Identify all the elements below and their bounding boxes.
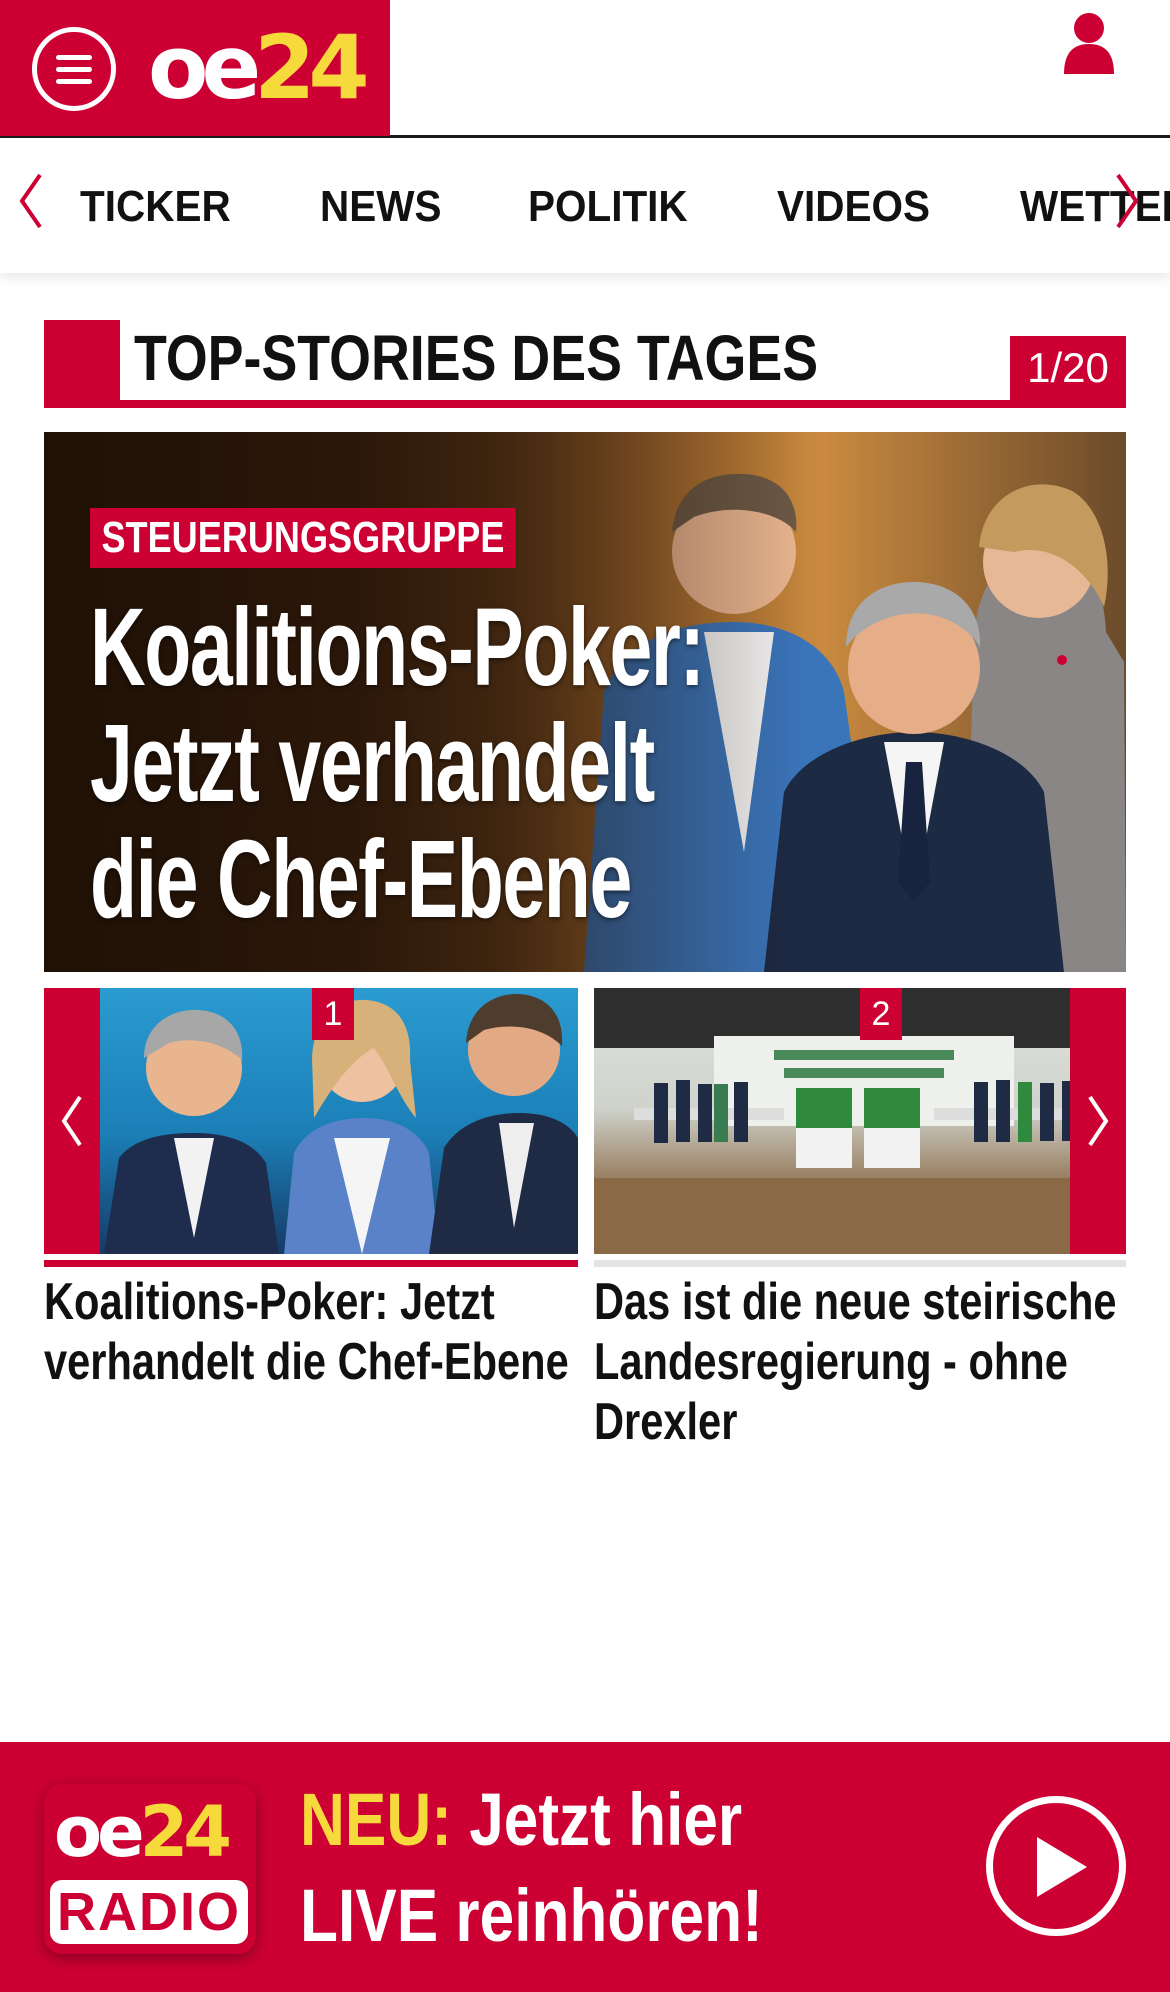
play-icon (1037, 1837, 1087, 1897)
teaser-image-1[interactable] (44, 988, 578, 1254)
teaser-number-badge: 2 (860, 988, 902, 1040)
radio-logo-label: RADIO (50, 1880, 248, 1944)
brand-logo[interactable]: oe24 (148, 20, 370, 116)
chevron-right-icon[interactable] (1112, 171, 1142, 231)
slide-counter: 1/20 (1010, 336, 1126, 400)
logo-block: oe24 (0, 0, 390, 136)
nav-item-ticker[interactable]: TICKER (80, 182, 231, 232)
section-heading: TOP-STORIES DES TAGES 1/20 (44, 320, 1126, 408)
category-nav: TICKER NEWS POLITIK VIDEOS WETTER (0, 141, 1170, 273)
nav-item-wetter[interactable]: WETTER (1020, 182, 1170, 232)
teaser-inactive-indicator (594, 1260, 1126, 1267)
radio-logo: oe24 RADIO (44, 1784, 256, 1954)
radio-line-2: LIVE reinhören! (300, 1874, 763, 1957)
chevron-left-icon[interactable] (16, 171, 46, 231)
radio-highlight: NEU: (300, 1778, 452, 1861)
teaser-photo-1 (104, 993, 578, 1254)
hero-title[interactable]: Koalitions-Poker: Jetzt verhandelt die C… (90, 590, 720, 938)
user-icon[interactable] (1062, 12, 1116, 74)
radio-logo-oe: oe (54, 1791, 145, 1873)
section-accent (44, 320, 120, 408)
section-title: TOP-STORIES DES TAGES (134, 322, 819, 394)
section-underline (44, 400, 1126, 408)
chevron-right-icon (1088, 1095, 1109, 1147)
hamburger-menu-icon[interactable] (32, 27, 116, 111)
logo-text-24: 24 (254, 16, 369, 119)
radio-logo-24: 24 (139, 1791, 232, 1873)
teaser-number-badge: 1 (312, 988, 354, 1040)
site-header: oe24 (0, 0, 1170, 138)
radio-promo-text: NEU: Jetzt hier LIVE reinhören! (300, 1772, 888, 1964)
radio-logo-wordmark: oe24 (54, 1791, 232, 1873)
chevron-left-icon (61, 1095, 82, 1147)
teaser-active-indicator (44, 1260, 578, 1267)
teaser-title-1[interactable]: Koalitions-Poker: Jetzt verhandelt die C… (44, 1272, 572, 1392)
nav-items: TICKER NEWS POLITIK VIDEOS WETTER (80, 141, 1170, 273)
hero-story[interactable]: STEUERUNGSGRUPPE Koalitions-Poker: Jetzt… (44, 432, 1126, 972)
teaser-title-2[interactable]: Das ist die neue steirische Landesregier… (594, 1272, 1122, 1452)
radio-line-1: Jetzt hier (469, 1778, 743, 1861)
nav-item-news[interactable]: NEWS (320, 182, 441, 232)
carousel-next-button[interactable] (1070, 988, 1126, 1254)
nav-item-videos[interactable]: VIDEOS (777, 182, 930, 232)
logo-text-oe: oe (148, 16, 261, 119)
play-button[interactable] (986, 1796, 1126, 1936)
carousel-prev-button[interactable] (44, 988, 100, 1254)
teaser-carousel: 1 2 (44, 988, 1126, 1268)
nav-item-politik[interactable]: POLITIK (528, 182, 688, 232)
radio-promo-line-1: NEU: Jetzt hier (300, 1772, 888, 1868)
radio-banner[interactable]: oe24 RADIO NEU: Jetzt hier LIVE reinhöre… (0, 1742, 1170, 1992)
hero-kicker: STEUERUNGSGRUPPE (90, 508, 516, 568)
